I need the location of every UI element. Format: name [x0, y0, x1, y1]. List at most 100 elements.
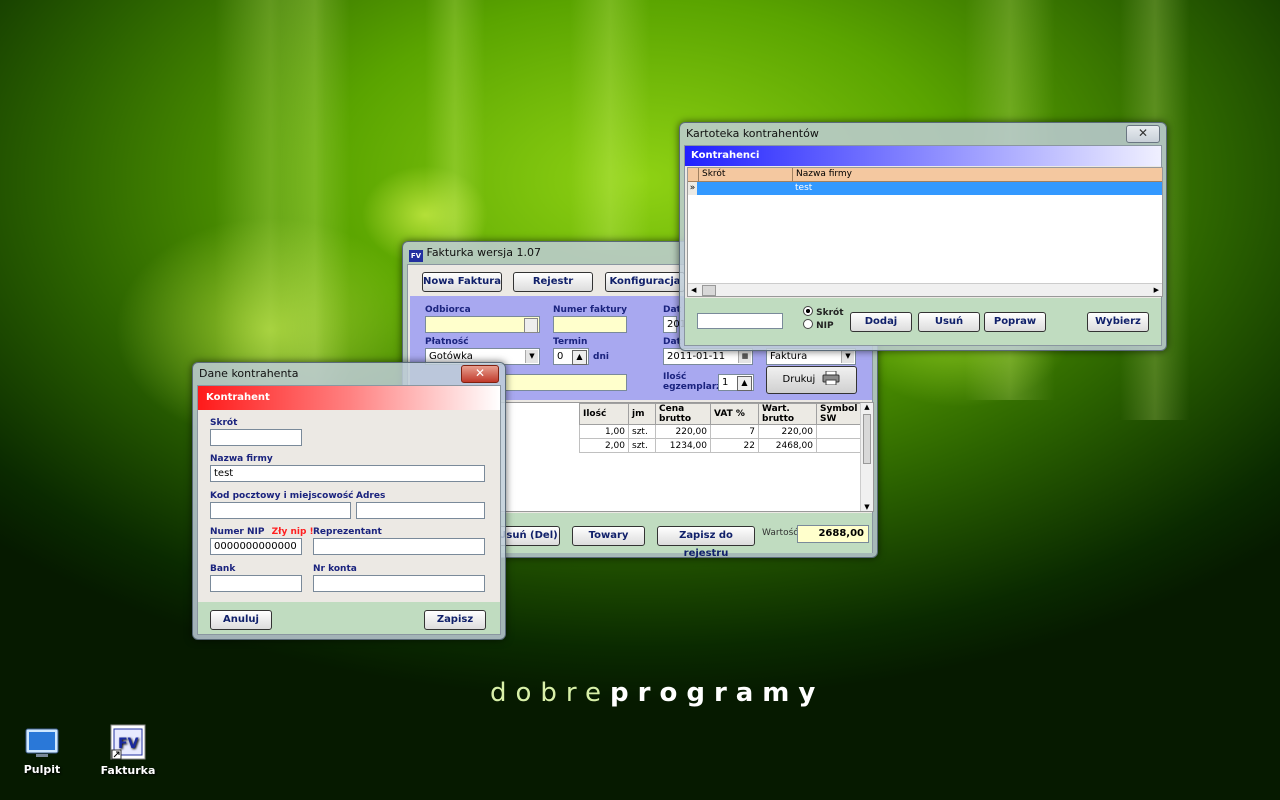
- column-symbol[interactable]: Symbol SW: [816, 403, 864, 425]
- account-label: Nr konta: [313, 564, 357, 574]
- desktop-icon-label: Pulpit: [23, 763, 61, 776]
- recipient-input[interactable]: [425, 316, 540, 333]
- cell-gross-price: 220,00: [655, 424, 711, 439]
- goods-button[interactable]: Towary: [572, 526, 645, 546]
- monitor-icon: [24, 727, 60, 759]
- radio-nip[interactable]: NIP: [803, 319, 834, 331]
- fakturka-small-icon: FV: [409, 250, 423, 262]
- new-invoice-button[interactable]: Nowa Faktura: [422, 272, 502, 292]
- items-grid-scrollbar[interactable]: ▲ ▼: [860, 403, 873, 511]
- contractor-dialog-title: Dane kontrahenta: [199, 367, 299, 380]
- remove-contractor-button[interactable]: Usuń: [918, 312, 980, 332]
- contractors-grid[interactable]: Skrót Nazwa firmy » test ◀ ▶: [687, 167, 1163, 297]
- register-button[interactable]: Rejestr: [513, 272, 593, 292]
- contractor-dialog: Dane kontrahenta ✕ Kontrahent Skrót Nazw…: [192, 362, 506, 640]
- column-short[interactable]: Skrót: [698, 168, 796, 181]
- contractor-dialog-titlebar[interactable]: Dane kontrahenta ✕: [193, 363, 505, 385]
- recipient-dropdown-button[interactable]: [524, 318, 538, 333]
- column-gross-price[interactable]: Cena brutto: [655, 403, 711, 425]
- cell-quantity: 1,00: [579, 424, 629, 439]
- representative-input[interactable]: [313, 538, 485, 555]
- postal-label: Kod pocztowy i miejscowość: [210, 491, 354, 501]
- cell-symbol: [816, 424, 864, 439]
- edit-contractor-button[interactable]: Popraw: [984, 312, 1046, 332]
- contractors-footer: Skrót NIP Dodaj Usuń Popraw Wybierz: [685, 298, 1161, 345]
- recipient-label: Odbiorca: [425, 305, 471, 315]
- term-spinner[interactable]: ▲: [572, 350, 587, 365]
- nip-input[interactable]: 0000000000000: [210, 538, 302, 555]
- column-company-name[interactable]: Nazwa firmy: [792, 168, 1162, 181]
- short-input[interactable]: [210, 429, 302, 446]
- cancel-button[interactable]: Anuluj: [210, 610, 272, 630]
- postal-input[interactable]: [210, 502, 351, 519]
- contractors-search-input[interactable]: [697, 313, 783, 329]
- print-button[interactable]: Drukuj: [766, 366, 857, 394]
- company-name-input[interactable]: test: [210, 465, 485, 482]
- invoice-number-label: Numer faktury: [553, 305, 627, 315]
- table-row[interactable]: » test: [688, 182, 1162, 195]
- short-label: Skrót: [210, 418, 238, 428]
- bank-label: Bank: [210, 564, 236, 574]
- items-table: Ilość jm Cena brutto VAT % Wart. brutto …: [579, 403, 864, 453]
- contractors-header-label: Kontrahenci: [691, 150, 760, 161]
- column-gross-value[interactable]: Wart. brutto: [758, 403, 817, 425]
- chevron-down-icon[interactable]: ▼: [525, 350, 538, 363]
- cell-company-name: test: [795, 183, 813, 193]
- contractor-dialog-header-label: Kontrahent: [206, 392, 270, 403]
- bank-input[interactable]: [210, 575, 302, 592]
- value-label: Wartość: [762, 528, 799, 538]
- desktop-icon-fakturka[interactable]: FV Fakturka: [93, 724, 163, 777]
- scroll-down-icon[interactable]: ▼: [861, 503, 873, 511]
- table-row[interactable]: 2,00 szt. 1234,00 22 2468,00: [579, 438, 864, 453]
- contractors-window-title: Kartoteka kontrahentów: [686, 127, 819, 140]
- save-button[interactable]: Zapisz: [424, 610, 486, 630]
- notes-input[interactable]: [505, 374, 627, 391]
- wallpaper-stripe: [570, 0, 650, 250]
- save-to-register-button[interactable]: Zapisz do rejestru: [657, 526, 755, 559]
- wallpaper-brand: dobreprogramy: [490, 678, 825, 708]
- account-input[interactable]: [313, 575, 485, 592]
- column-quantity[interactable]: Ilość: [579, 403, 629, 425]
- address-input[interactable]: [356, 502, 485, 519]
- scroll-thumb[interactable]: [702, 285, 716, 296]
- representative-label: Reprezentant: [313, 527, 382, 537]
- date-input[interactable]: 201: [663, 316, 686, 333]
- calendar-icon[interactable]: ▦: [738, 350, 751, 363]
- column-vat[interactable]: VAT %: [710, 403, 759, 425]
- payment-value: Gotówka: [429, 351, 473, 362]
- contractor-dialog-header: Kontrahent: [198, 386, 500, 410]
- print-button-label: Drukuj: [782, 374, 816, 385]
- table-row[interactable]: 1,00 szt. 220,00 7 220,00: [579, 424, 864, 439]
- term-unit: dni: [593, 352, 609, 362]
- contractors-window-titlebar[interactable]: Kartoteka kontrahentów ✕: [680, 123, 1166, 145]
- copies-value: 1: [722, 377, 729, 388]
- fakturka-app-icon: FV: [110, 724, 146, 760]
- configuration-button[interactable]: Konfiguracja: [605, 272, 685, 292]
- contractors-grid-header: Skrót Nazwa firmy: [688, 168, 1162, 182]
- choose-contractor-button[interactable]: Wybierz: [1087, 312, 1149, 332]
- chevron-down-icon[interactable]: ▼: [841, 350, 854, 363]
- column-unit[interactable]: jm: [628, 403, 656, 425]
- cell-gross-value: 220,00: [758, 424, 817, 439]
- copies-spinner[interactable]: ▲: [737, 376, 752, 391]
- cell-gross-value: 2468,00: [758, 438, 817, 453]
- contractors-hscrollbar[interactable]: ◀ ▶: [688, 283, 1162, 296]
- scroll-up-icon[interactable]: ▲: [861, 403, 873, 411]
- cell-vat: 22: [710, 438, 759, 453]
- scroll-thumb[interactable]: [863, 414, 871, 464]
- term-value: 0: [557, 351, 564, 362]
- close-icon[interactable]: ✕: [1126, 125, 1160, 143]
- invoice-number-input[interactable]: [553, 316, 627, 333]
- radio-short[interactable]: Skrót: [803, 306, 844, 318]
- scroll-right-icon[interactable]: ▶: [1154, 284, 1159, 296]
- scroll-left-icon[interactable]: ◀: [691, 284, 696, 296]
- cell-quantity: 2,00: [579, 438, 629, 453]
- row-marker: »: [688, 182, 697, 195]
- copies-input[interactable]: 1 ▲: [718, 374, 754, 391]
- close-icon[interactable]: ✕: [461, 365, 499, 383]
- desktop-icon-pulpit[interactable]: Pulpit: [7, 727, 77, 776]
- add-contractor-button[interactable]: Dodaj: [850, 312, 912, 332]
- desktop-icon-label: Fakturka: [100, 764, 156, 777]
- contractors-window: Kartoteka kontrahentów ✕ Kontrahenci Skr…: [679, 122, 1167, 351]
- term-input[interactable]: 0 ▲: [553, 348, 589, 365]
